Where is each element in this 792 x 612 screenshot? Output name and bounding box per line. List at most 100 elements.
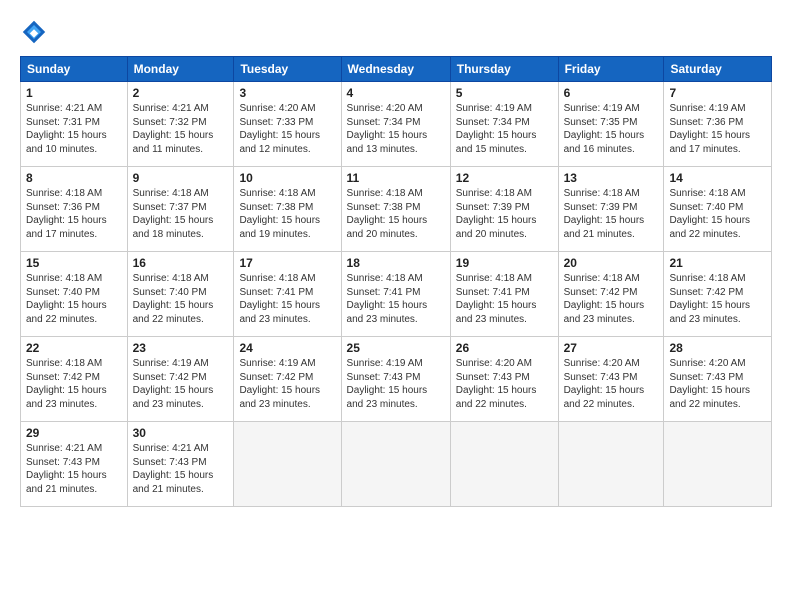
day-info: Sunrise: 4:18 AMSunset: 7:38 PMDaylight:… xyxy=(239,187,335,241)
day-info: Sunrise: 4:19 AMSunset: 7:43 PMDaylight:… xyxy=(347,357,445,411)
day-info: Sunrise: 4:20 AMSunset: 7:34 PMDaylight:… xyxy=(347,102,445,156)
day-number: 21 xyxy=(669,256,766,270)
calendar-week-row: 29Sunrise: 4:21 AMSunset: 7:43 PMDayligh… xyxy=(21,422,772,507)
logo-icon xyxy=(20,18,48,46)
table-row xyxy=(558,422,664,507)
day-number: 18 xyxy=(347,256,445,270)
day-number: 7 xyxy=(669,86,766,100)
day-info: Sunrise: 4:18 AMSunset: 7:39 PMDaylight:… xyxy=(564,187,659,241)
table-row: 17 Sunrise: 4:18 AMSunset: 7:41 PMDayligh… xyxy=(234,252,341,337)
day-info: Sunrise: 4:20 AMSunset: 7:43 PMDaylight:… xyxy=(669,357,766,411)
table-row: 27 Sunrise: 4:20 AMSunset: 7:43 PMDayligh… xyxy=(558,337,664,422)
day-info: Sunrise: 4:19 AMSunset: 7:34 PMDaylight:… xyxy=(456,102,553,156)
calendar-table: SundayMondayTuesdayWednesdayThursdayFrid… xyxy=(20,56,772,507)
day-info: Sunrise: 4:18 AMSunset: 7:42 PMDaylight:… xyxy=(669,272,766,326)
day-number: 14 xyxy=(669,171,766,185)
calendar-week-row: 8 Sunrise: 4:18 AMSunset: 7:36 PMDaylight… xyxy=(21,167,772,252)
day-number: 25 xyxy=(347,341,445,355)
day-info: Sunrise: 4:18 AMSunset: 7:40 PMDaylight:… xyxy=(669,187,766,241)
day-number: 1 xyxy=(26,86,122,100)
day-number: 8 xyxy=(26,171,122,185)
calendar-day-header: Wednesday xyxy=(341,57,450,82)
day-info: Sunrise: 4:18 AMSunset: 7:36 PMDaylight:… xyxy=(26,187,122,241)
day-info: Sunrise: 4:19 AMSunset: 7:42 PMDaylight:… xyxy=(239,357,335,411)
table-row: 5 Sunrise: 4:19 AMSunset: 7:34 PMDaylight… xyxy=(450,82,558,167)
table-row: 11 Sunrise: 4:18 AMSunset: 7:38 PMDayligh… xyxy=(341,167,450,252)
table-row: 2Sunrise: 4:21 AMSunset: 7:32 PMDaylight… xyxy=(127,82,234,167)
day-number: 20 xyxy=(564,256,659,270)
day-info: Sunrise: 4:21 AMSunset: 7:31 PMDaylight:… xyxy=(26,102,122,156)
table-row xyxy=(234,422,341,507)
table-row: 22 Sunrise: 4:18 AMSunset: 7:42 PMDayligh… xyxy=(21,337,128,422)
day-number: 11 xyxy=(347,171,445,185)
table-row: 13 Sunrise: 4:18 AMSunset: 7:39 PMDayligh… xyxy=(558,167,664,252)
day-number: 17 xyxy=(239,256,335,270)
day-number: 5 xyxy=(456,86,553,100)
table-row: 26 Sunrise: 4:20 AMSunset: 7:43 PMDayligh… xyxy=(450,337,558,422)
day-info: Sunrise: 4:18 AMSunset: 7:41 PMDaylight:… xyxy=(347,272,445,326)
day-info: Sunrise: 4:18 AMSunset: 7:39 PMDaylight:… xyxy=(456,187,553,241)
table-row xyxy=(450,422,558,507)
day-info: Sunrise: 4:18 AMSunset: 7:42 PMDaylight:… xyxy=(26,357,122,411)
calendar-day-header: Sunday xyxy=(21,57,128,82)
day-info: Sunrise: 4:18 AMSunset: 7:40 PMDaylight:… xyxy=(26,272,122,326)
day-info: Sunrise: 4:20 AMSunset: 7:43 PMDaylight:… xyxy=(564,357,659,411)
table-row: 1 Sunrise: 4:21 AMSunset: 7:31 PMDaylight… xyxy=(21,82,128,167)
table-row: 16 Sunrise: 4:18 AMSunset: 7:40 PMDayligh… xyxy=(127,252,234,337)
day-info: Sunrise: 4:18 AMSunset: 7:40 PMDaylight:… xyxy=(133,272,229,326)
day-info: Sunrise: 4:20 AMSunset: 7:43 PMDaylight:… xyxy=(456,357,553,411)
table-row: 29Sunrise: 4:21 AMSunset: 7:43 PMDayligh… xyxy=(21,422,128,507)
calendar-day-header: Saturday xyxy=(664,57,772,82)
day-number: 15 xyxy=(26,256,122,270)
day-number: 10 xyxy=(239,171,335,185)
day-info: Sunrise: 4:18 AMSunset: 7:41 PMDaylight:… xyxy=(456,272,553,326)
day-number: 26 xyxy=(456,341,553,355)
calendar-week-row: 1 Sunrise: 4:21 AMSunset: 7:31 PMDaylight… xyxy=(21,82,772,167)
page: SundayMondayTuesdayWednesdayThursdayFrid… xyxy=(0,0,792,612)
calendar-day-header: Friday xyxy=(558,57,664,82)
day-info: Sunrise: 4:18 AMSunset: 7:41 PMDaylight:… xyxy=(239,272,335,326)
table-row: 21 Sunrise: 4:18 AMSunset: 7:42 PMDayligh… xyxy=(664,252,772,337)
table-row xyxy=(664,422,772,507)
day-number: 12 xyxy=(456,171,553,185)
day-number: 9 xyxy=(133,171,229,185)
logo xyxy=(20,18,52,46)
table-row: 25 Sunrise: 4:19 AMSunset: 7:43 PMDayligh… xyxy=(341,337,450,422)
calendar-week-row: 15 Sunrise: 4:18 AMSunset: 7:40 PMDayligh… xyxy=(21,252,772,337)
table-row xyxy=(341,422,450,507)
day-number: 30 xyxy=(133,426,229,440)
table-row: 24 Sunrise: 4:19 AMSunset: 7:42 PMDayligh… xyxy=(234,337,341,422)
table-row: 30Sunrise: 4:21 AMSunset: 7:43 PMDayligh… xyxy=(127,422,234,507)
day-info: Sunrise: 4:18 AMSunset: 7:42 PMDaylight:… xyxy=(564,272,659,326)
table-row: 10 Sunrise: 4:18 AMSunset: 7:38 PMDayligh… xyxy=(234,167,341,252)
day-number: 27 xyxy=(564,341,659,355)
day-info: Sunrise: 4:19 AMSunset: 7:35 PMDaylight:… xyxy=(564,102,659,156)
table-row: 3Sunrise: 4:20 AMSunset: 7:33 PMDaylight… xyxy=(234,82,341,167)
table-row: 18 Sunrise: 4:18 AMSunset: 7:41 PMDayligh… xyxy=(341,252,450,337)
table-row: 8 Sunrise: 4:18 AMSunset: 7:36 PMDaylight… xyxy=(21,167,128,252)
table-row: 9Sunrise: 4:18 AMSunset: 7:37 PMDaylight… xyxy=(127,167,234,252)
day-info: Sunrise: 4:20 AMSunset: 7:33 PMDaylight:… xyxy=(239,102,335,156)
table-row: 19 Sunrise: 4:18 AMSunset: 7:41 PMDayligh… xyxy=(450,252,558,337)
day-number: 23 xyxy=(133,341,229,355)
table-row: 7 Sunrise: 4:19 AMSunset: 7:36 PMDaylight… xyxy=(664,82,772,167)
table-row: 23 Sunrise: 4:19 AMSunset: 7:42 PMDayligh… xyxy=(127,337,234,422)
table-row: 15 Sunrise: 4:18 AMSunset: 7:40 PMDayligh… xyxy=(21,252,128,337)
day-number: 13 xyxy=(564,171,659,185)
calendar-day-header: Monday xyxy=(127,57,234,82)
day-number: 19 xyxy=(456,256,553,270)
table-row: 14 Sunrise: 4:18 AMSunset: 7:40 PMDayligh… xyxy=(664,167,772,252)
header xyxy=(20,18,772,46)
day-info: Sunrise: 4:18 AMSunset: 7:38 PMDaylight:… xyxy=(347,187,445,241)
day-number: 22 xyxy=(26,341,122,355)
day-number: 16 xyxy=(133,256,229,270)
table-row: 6Sunrise: 4:19 AMSunset: 7:35 PMDaylight… xyxy=(558,82,664,167)
day-info: Sunrise: 4:21 AMSunset: 7:32 PMDaylight:… xyxy=(133,102,229,156)
table-row: 28Sunrise: 4:20 AMSunset: 7:43 PMDayligh… xyxy=(664,337,772,422)
table-row: 20 Sunrise: 4:18 AMSunset: 7:42 PMDayligh… xyxy=(558,252,664,337)
day-info: Sunrise: 4:19 AMSunset: 7:42 PMDaylight:… xyxy=(133,357,229,411)
calendar-day-header: Thursday xyxy=(450,57,558,82)
day-number: 4 xyxy=(347,86,445,100)
day-number: 24 xyxy=(239,341,335,355)
day-info: Sunrise: 4:19 AMSunset: 7:36 PMDaylight:… xyxy=(669,102,766,156)
